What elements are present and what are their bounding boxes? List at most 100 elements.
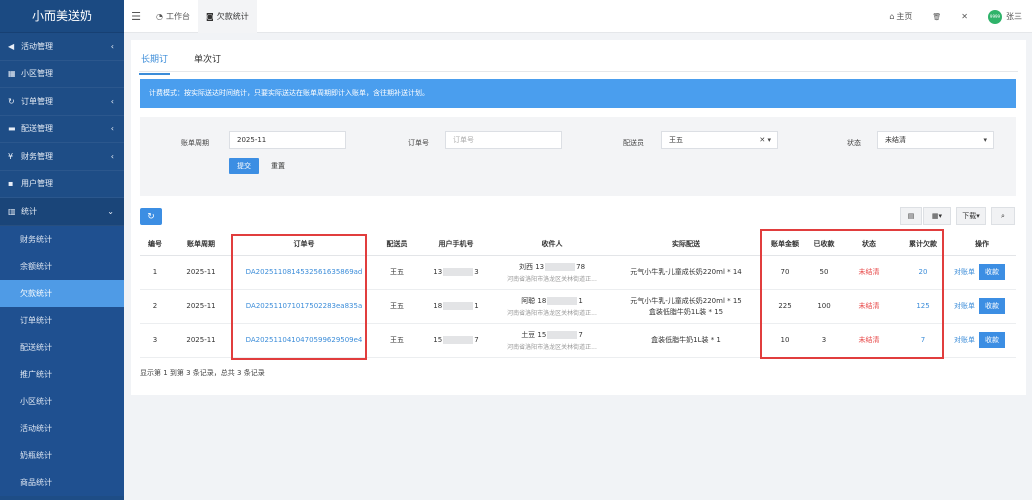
export-button[interactable]: 下载▾ bbox=[956, 207, 986, 225]
home-link[interactable]: ⌂ 主页 bbox=[879, 11, 922, 22]
cell-id: 2 bbox=[140, 289, 170, 324]
courier-select[interactable]: 王五 ✕ ▾ bbox=[661, 131, 778, 149]
debt-link[interactable]: 7 bbox=[921, 336, 925, 344]
cell-paid: 50 bbox=[808, 255, 840, 290]
recipient-suffix: 78 bbox=[576, 262, 586, 271]
top-right-tools: ⌂ 主页 🗑 ✕ 9999 张三 bbox=[879, 0, 1032, 33]
sidebar-item[interactable]: ↻ 订单管理 ‹ bbox=[0, 88, 124, 116]
refresh-icon: ↻ bbox=[8, 96, 15, 106]
sidebar-subitem[interactable]: 推广统计 bbox=[0, 360, 124, 388]
columns-button[interactable]: ▦▾ bbox=[923, 207, 951, 225]
submit-button[interactable]: 提交 bbox=[229, 158, 259, 174]
recipient-name: 刘西 13 bbox=[518, 262, 545, 271]
cell-order-no[interactable]: DA202511081453256163586​9ad bbox=[232, 255, 376, 290]
chevron-icon: ‹ bbox=[110, 151, 114, 161]
sidebar-item[interactable]: ▪ 用户管理 bbox=[0, 171, 124, 198]
sidebar-subitem[interactable]: 配送统计 bbox=[0, 333, 124, 361]
status-select[interactable]: 未结清 ▾ bbox=[877, 131, 994, 149]
chevron-icon: ‹ bbox=[110, 96, 114, 106]
sidebar-item[interactable]: ▥ 统计 ⌄ bbox=[0, 198, 124, 226]
user-menu[interactable]: 9999 张三 bbox=[978, 9, 1032, 24]
refresh-button[interactable]: ↻ bbox=[140, 208, 162, 225]
col-header[interactable]: 配送员 bbox=[376, 233, 418, 256]
yen-icon: ¥ bbox=[8, 151, 14, 161]
redacted-block bbox=[443, 302, 474, 310]
col-header[interactable]: 状态 bbox=[840, 233, 898, 256]
sidebar-subitem[interactable]: 商品统计 bbox=[0, 468, 124, 496]
clear-chevron-icon[interactable]: ✕ ▾ bbox=[759, 136, 771, 144]
redacted-block bbox=[545, 262, 576, 271]
status-badge: 未结清 bbox=[858, 336, 880, 344]
username: 张三 bbox=[1006, 12, 1022, 21]
list-view-button[interactable]: ▤ bbox=[900, 207, 922, 225]
home-icon: ⌂ bbox=[889, 12, 895, 21]
collect-button[interactable]: 收款 bbox=[979, 264, 1005, 280]
sidebar-subitem[interactable]: 欠款统计 bbox=[0, 279, 124, 307]
collect-button[interactable]: 收款 bbox=[979, 298, 1005, 314]
order-link[interactable]: DA202511081453256163586​9ad bbox=[246, 268, 363, 276]
cell-delivery: 元气小牛乳-儿童成长奶220ml * 14 bbox=[610, 255, 762, 290]
col-header[interactable]: 用户手机号 bbox=[418, 233, 494, 256]
period-input[interactable]: 2025-11 bbox=[229, 131, 346, 149]
sidebar-item[interactable]: ▬ 配送管理 ‹ bbox=[0, 116, 124, 143]
sidebar-item-label: 小区管理 bbox=[21, 69, 53, 79]
delivery-line: 元气小牛乳-儿童成长奶220ml * 15 bbox=[630, 296, 742, 305]
bar-chart-icon: ▥ bbox=[8, 206, 16, 216]
col-header[interactable]: 已收款 bbox=[808, 233, 840, 256]
cell-debt[interactable]: 125 bbox=[898, 289, 948, 324]
cell-amount: 10 bbox=[762, 323, 808, 358]
sidebar-item[interactable]: ◀ 活动管理 ‹ bbox=[0, 33, 124, 61]
tab-dashboard[interactable]: ◔ 工作台 bbox=[148, 0, 198, 33]
search-button[interactable]: ⌕ bbox=[991, 207, 1015, 225]
col-header[interactable]: 实际配送 bbox=[610, 233, 762, 256]
cell-period: 2025-11 bbox=[170, 323, 232, 358]
cell-period: 2025-11 bbox=[170, 289, 232, 324]
phone-prefix: 13 bbox=[433, 268, 443, 276]
col-header[interactable]: 订单号 bbox=[232, 233, 376, 256]
order-link[interactable]: DA202511071017502283ea835a bbox=[246, 302, 362, 310]
cell-order-no[interactable]: DA202511041047059962950​9e4 bbox=[232, 323, 376, 358]
order-input[interactable]: 订单号 bbox=[445, 131, 562, 149]
trash-icon[interactable]: 🗑 bbox=[922, 13, 951, 21]
col-header[interactable]: 账单周期 bbox=[170, 233, 232, 256]
cell-paid: 100 bbox=[808, 289, 840, 324]
sidebar-subitem[interactable]: 奶瓶统计 bbox=[0, 441, 124, 469]
sidebar-item-label: 统计 bbox=[21, 206, 37, 216]
table-header-row: 编号 账单周期 订单号 配送员 用户手机号 收件人 实际配送 账单金额 已收款 … bbox=[140, 233, 1016, 256]
collect-button[interactable]: 收款 bbox=[979, 332, 1005, 348]
cell-order-no[interactable]: DA202511071017502283ea835a bbox=[232, 289, 376, 324]
cell-delivery: 元气小牛乳-儿童成长奶220ml * 15 盒装低脂牛奶1L装 * 15 bbox=[610, 289, 762, 324]
col-header[interactable]: 账单金额 bbox=[762, 233, 808, 256]
sidebar-item[interactable]: ¥ 财务管理 ‹ bbox=[0, 143, 124, 171]
menu-toggle-icon[interactable]: ☰ bbox=[124, 10, 148, 23]
dashboard-icon: ◔ bbox=[156, 11, 163, 21]
fullscreen-icon[interactable]: ✕ bbox=[951, 12, 978, 21]
order-link[interactable]: DA202511041047059962950​9e4 bbox=[246, 336, 363, 344]
courier-label: 配送员 bbox=[623, 139, 644, 147]
sidebar-subitem[interactable]: 财务统计 bbox=[0, 225, 124, 253]
bill-link[interactable]: 对账单 bbox=[954, 268, 975, 276]
tab-label: 工作台 bbox=[165, 11, 190, 21]
debt-link[interactable]: 20 bbox=[919, 268, 928, 276]
tab-debt-stats[interactable]: ◙ 欠款统计 bbox=[197, 0, 257, 33]
cell-debt[interactable]: 20 bbox=[898, 255, 948, 290]
cell-period: 2025-11 bbox=[170, 255, 232, 290]
sidebar-item[interactable]: ▦ 小区管理 bbox=[0, 61, 124, 88]
bill-link[interactable]: 对账单 bbox=[954, 336, 975, 344]
cell-debt[interactable]: 7 bbox=[898, 323, 948, 358]
col-header[interactable]: 收件人 bbox=[494, 233, 610, 256]
debt-link[interactable]: 125 bbox=[916, 302, 929, 310]
col-header[interactable]: 编号 bbox=[140, 233, 170, 256]
cell-status: 未结清 bbox=[840, 255, 898, 290]
col-header[interactable]: 累计欠款 bbox=[898, 233, 948, 256]
cell-status: 未结清 bbox=[840, 323, 898, 358]
reset-button[interactable]: 重置 bbox=[264, 158, 292, 174]
sidebar-subitem[interactable]: 订单统计 bbox=[0, 306, 124, 334]
table-row: 2 2025-11 DA202511071017502283ea835a 王五 18 1 阿… bbox=[140, 289, 1016, 324]
period-label: 账单周期 bbox=[181, 139, 209, 147]
sidebar-subitem[interactable]: 小区统计 bbox=[0, 387, 124, 415]
bill-link[interactable]: 对账单 bbox=[954, 302, 975, 310]
sidebar-subitem[interactable]: 余额统计 bbox=[0, 252, 124, 280]
sidebar-subitem[interactable]: 活动统计 bbox=[0, 414, 124, 442]
recipient-name: 阿聪 18 bbox=[521, 296, 547, 305]
